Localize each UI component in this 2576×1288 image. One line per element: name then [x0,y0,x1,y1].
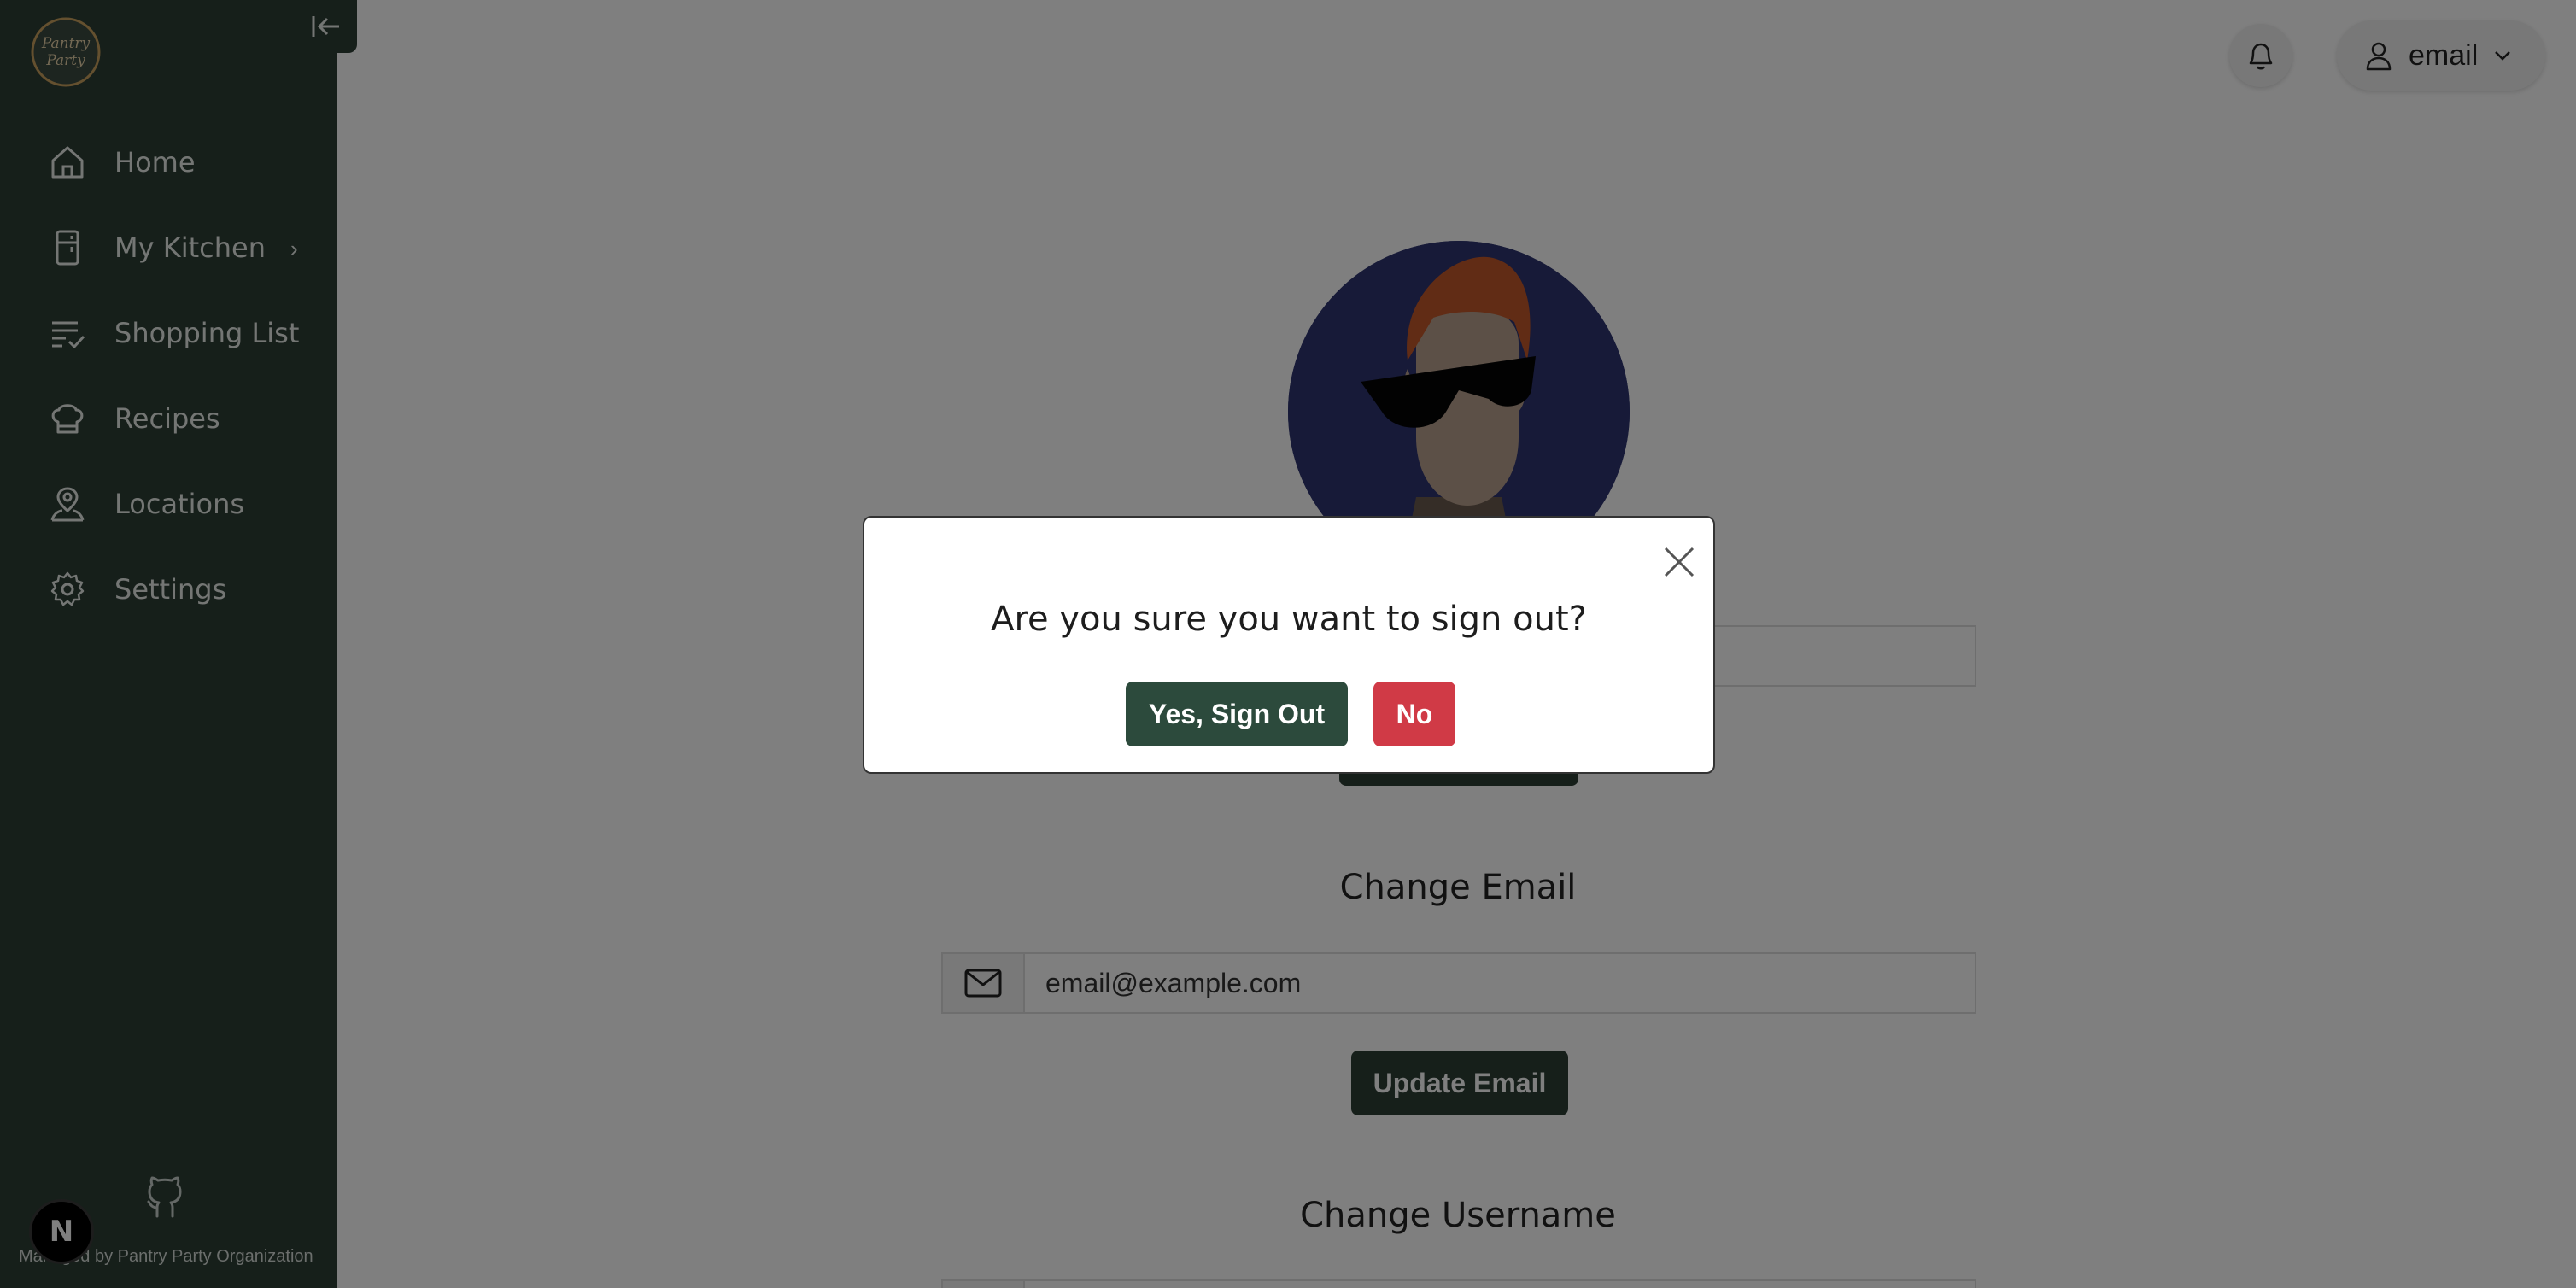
close-button[interactable] [1659,542,1700,583]
dialog-message: Are you sure you want to sign out? [991,600,1587,639]
sign-out-dialog: Are you sure you want to sign out? Yes, … [863,516,1715,774]
confirm-sign-out-button[interactable]: Yes, Sign Out [1126,682,1348,746]
close-icon [1664,547,1695,577]
cancel-sign-out-button[interactable]: No [1373,682,1455,746]
